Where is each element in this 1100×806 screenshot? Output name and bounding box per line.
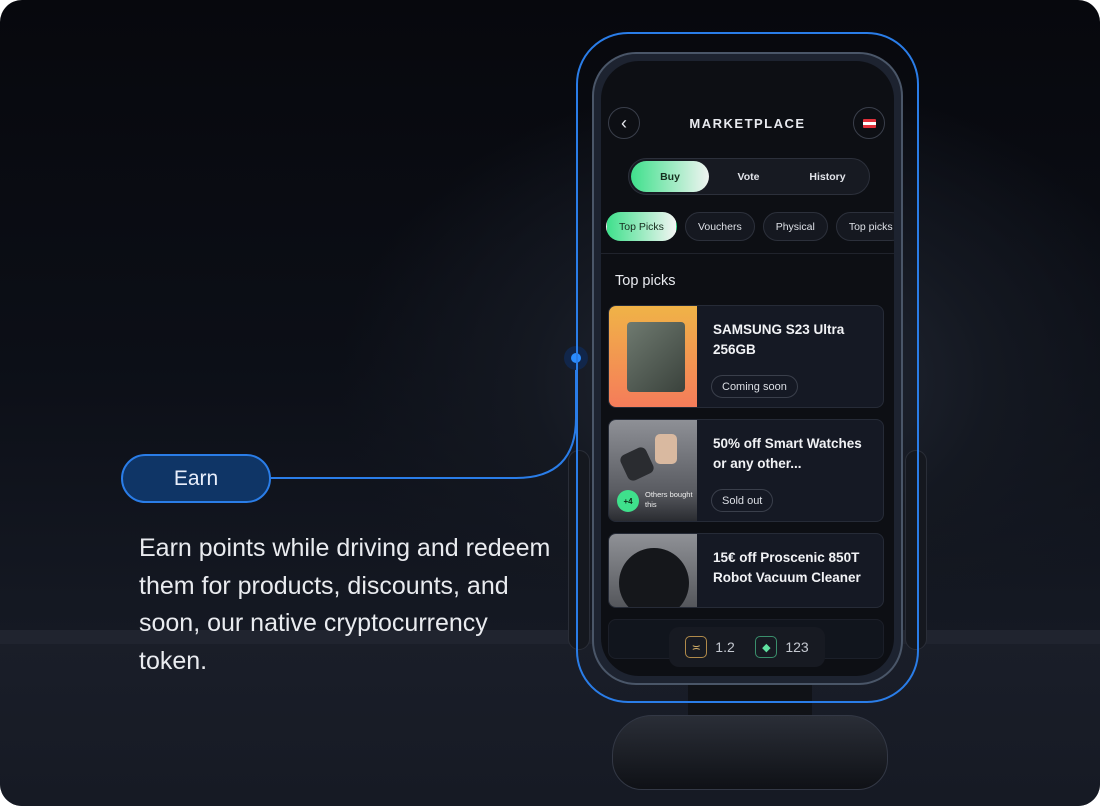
product-card[interactable]: SAMSUNG S23 Ultra 256GB Coming soon xyxy=(608,305,884,408)
product-card[interactable]: 15€ off Proscenic 850T Robot Vacuum Clea… xyxy=(608,533,884,608)
others-text: Others bought this xyxy=(645,490,693,509)
product-image xyxy=(609,306,697,407)
feature-description: Earn points while driving and redeem the… xyxy=(139,534,551,675)
flag-icon xyxy=(862,118,876,128)
chip-physical[interactable]: Physical xyxy=(762,212,828,241)
connector-line xyxy=(271,346,588,479)
tab-buy[interactable]: Buy xyxy=(631,161,709,192)
phone-screen: ‹ MARKETPLACE Buy Vote History Top Picks… xyxy=(601,61,894,676)
language-button[interactable] xyxy=(853,107,885,139)
segmented-tabs: Buy Vote History xyxy=(628,158,870,195)
product-image xyxy=(609,534,697,607)
tab-vote[interactable]: Vote xyxy=(709,161,788,192)
filter-chips: Top Picks Vouchers Physical Top picks xyxy=(606,212,894,241)
multiplier-value: 1.2 xyxy=(715,639,735,655)
status-badge: Sold out xyxy=(711,489,774,512)
stage: Earn Earn points while driving and redee… xyxy=(0,0,1100,806)
earn-label: Earn xyxy=(121,454,271,503)
product-title: 50% off Smart Watches or any other... xyxy=(713,436,862,471)
multiplier-stat: ≍ 1.2 xyxy=(685,636,735,658)
product-title: 15€ off Proscenic 850T Robot Vacuum Clea… xyxy=(713,550,861,585)
section-title: Top picks xyxy=(615,273,676,289)
tab-history[interactable]: History xyxy=(788,161,867,192)
product-title: SAMSUNG S23 Ultra 256GB xyxy=(713,322,845,357)
status-badge: Coming soon xyxy=(711,375,798,398)
chip-top-picks[interactable]: Top Picks xyxy=(606,212,677,241)
token-value: 123 xyxy=(785,639,809,655)
product-image: +4 Others bought this xyxy=(609,420,697,521)
token-icon: ◆ xyxy=(755,636,778,658)
stats-bar: ≍ 1.2 ◆ 123 xyxy=(669,627,825,667)
divider xyxy=(601,253,894,254)
chip-vouchers[interactable]: Vouchers xyxy=(684,212,755,241)
page-title: MARKETPLACE xyxy=(689,116,806,131)
phone: ‹ MARKETPLACE Buy Vote History Top Picks… xyxy=(592,52,903,685)
chip-top-picks-2[interactable]: Top picks xyxy=(835,212,894,241)
multiplier-icon: ≍ xyxy=(685,636,708,658)
product-card[interactable]: +4 Others bought this 50% off Smart Watc… xyxy=(608,419,884,522)
others-count: +4 xyxy=(617,490,639,512)
token-stat: ◆ 123 xyxy=(755,636,809,658)
